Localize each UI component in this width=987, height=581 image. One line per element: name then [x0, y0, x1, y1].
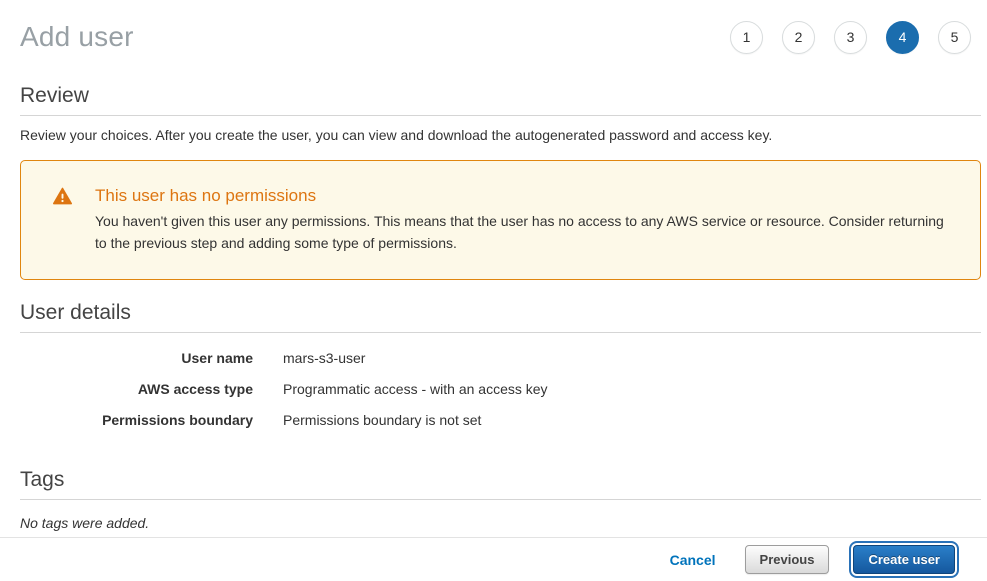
no-permissions-warning: This user has no permissions You haven't… — [20, 160, 981, 280]
table-row: AWS access type Programmatic access - wi… — [20, 379, 981, 400]
permissions-boundary-value: Permissions boundary is not set — [283, 410, 481, 431]
user-details-section: User details User name mars-s3-user AWS … — [20, 301, 981, 431]
tags-heading: Tags — [20, 468, 981, 500]
table-row: Permissions boundary Permissions boundar… — [20, 410, 981, 431]
tags-empty-text: No tags were added. — [20, 515, 981, 531]
access-type-value: Programmatic access - with an access key — [283, 379, 548, 400]
step-indicator-1: 1 — [730, 21, 763, 54]
step-indicator: 1 2 3 4 5 — [730, 21, 971, 54]
user-name-label: User name — [20, 348, 253, 369]
warning-body: You haven't given this user any permissi… — [95, 210, 950, 254]
step-indicator-5: 5 — [938, 21, 971, 54]
wizard-content: Review Review your choices. After you cr… — [0, 58, 987, 537]
step-indicator-4: 4 — [886, 21, 919, 54]
review-heading: Review — [20, 84, 981, 116]
tags-section: Tags No tags were added. — [20, 468, 981, 531]
user-details-rows: User name mars-s3-user AWS access type P… — [20, 348, 981, 431]
user-details-heading: User details — [20, 301, 981, 333]
warning-text-block: This user has no permissions You haven't… — [95, 186, 950, 254]
wizard-footer: Cancel Previous Create user — [0, 537, 987, 581]
access-type-label: AWS access type — [20, 379, 253, 400]
warning-title: This user has no permissions — [95, 186, 950, 206]
review-description: Review your choices. After you create th… — [20, 127, 981, 143]
user-name-value: mars-s3-user — [283, 348, 365, 369]
page-title: Add user — [20, 21, 134, 53]
warning-triangle-icon — [53, 187, 72, 205]
cancel-link[interactable]: Cancel — [670, 552, 716, 568]
wizard-header: Add user 1 2 3 4 5 — [0, 0, 987, 58]
create-user-button[interactable]: Create user — [853, 545, 955, 574]
previous-button[interactable]: Previous — [745, 545, 830, 574]
table-row: User name mars-s3-user — [20, 348, 981, 369]
permissions-boundary-label: Permissions boundary — [20, 410, 253, 431]
step-indicator-3: 3 — [834, 21, 867, 54]
review-section: Review Review your choices. After you cr… — [20, 84, 981, 143]
step-indicator-2: 2 — [782, 21, 815, 54]
